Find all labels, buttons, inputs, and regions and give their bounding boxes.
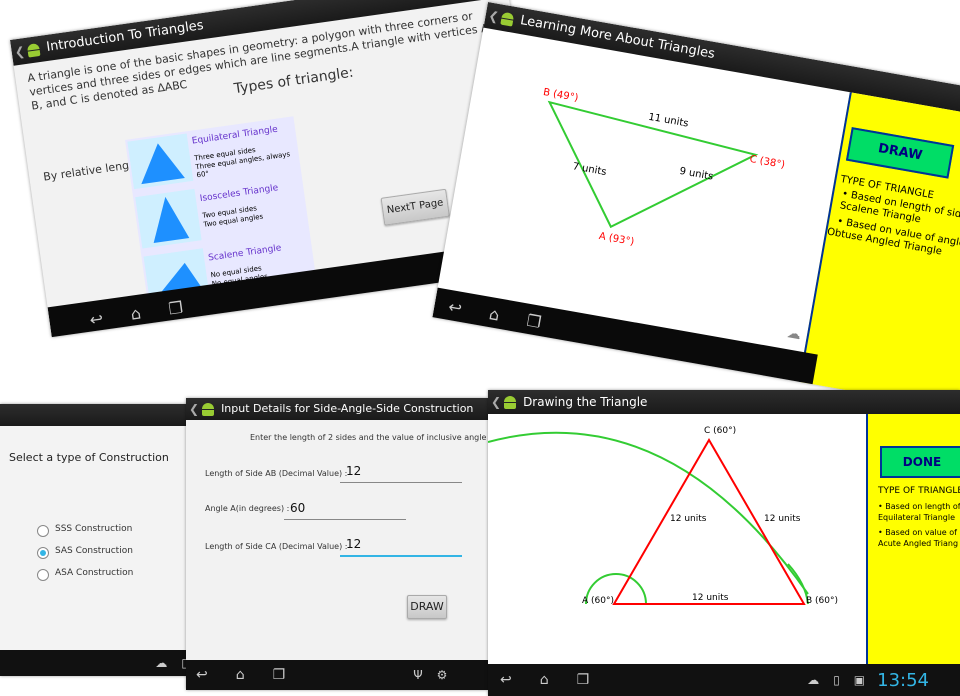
clock: 13:54 <box>877 669 930 691</box>
recents-nav-icon[interactable]: ❐ <box>273 667 286 683</box>
angle-a-label: Angle A(in degrees) : <box>205 504 290 513</box>
back-nav-icon[interactable]: ↩ <box>500 672 512 688</box>
android-icon <box>499 11 515 27</box>
isosceles-icon <box>135 188 202 249</box>
asa-radio[interactable] <box>37 569 49 581</box>
back-arrow-icon[interactable]: ❮ <box>486 3 500 30</box>
sss-radio[interactable] <box>37 525 49 537</box>
sas-input-screen: ❮ Input Details for Side-Angle-Side Cons… <box>186 398 488 690</box>
side-ca-label: Length of Side CA (Decimal Value) : <box>205 542 348 551</box>
system-nav-bar: ↩ ⌂ ❐ ☁ ▯ ▣ 13:54 <box>488 664 960 696</box>
card-name: Scalene Triangle <box>207 243 282 264</box>
action-bar: ❮ Input Details for Side-Angle-Side Cons… <box>186 398 488 420</box>
recents-nav-icon[interactable]: ❐ <box>525 310 542 331</box>
vertex-a-label: A (60°) <box>582 596 614 606</box>
equilateral-triangle-drawing <box>488 431 809 605</box>
side-ab-label: Length of Side AB (Decimal Value) : <box>205 469 348 478</box>
card-name: Isosceles Triangle <box>199 183 279 205</box>
android-icon <box>503 395 517 409</box>
sas-label[interactable]: SAS Construction <box>55 546 133 556</box>
instruction: Enter the length of 2 sides and the valu… <box>250 433 488 442</box>
back-arrow-icon[interactable]: ❮ <box>13 38 27 65</box>
back-nav-icon[interactable]: ↩ <box>196 667 208 683</box>
android-debug-icon: ⚙ <box>436 668 448 682</box>
draw-button[interactable]: DRAW <box>407 595 447 619</box>
action-bar <box>0 404 200 426</box>
draw-button[interactable]: DRAW <box>845 127 955 179</box>
usb-icon: Ψ <box>413 668 423 682</box>
length-type: Equilateral Triangle <box>878 513 955 522</box>
back-arrow-icon[interactable]: ❮ <box>189 398 199 422</box>
android-icon <box>26 42 42 58</box>
action-bar: ❮ Drawing the Triangle <box>488 390 960 414</box>
cloud-icon: ☁ <box>785 325 803 344</box>
triangle-outline <box>547 100 759 229</box>
construction-arc-large <box>488 431 809 595</box>
back-arrow-icon[interactable]: ❮ <box>491 390 501 415</box>
sss-label[interactable]: SSS Construction <box>55 524 132 534</box>
cloud-icon: ☁ <box>155 656 168 670</box>
system-nav-bar: ☁ ▯ <box>0 650 200 676</box>
android-icon <box>201 402 215 416</box>
vertex-c-label: C (60°) <box>704 426 737 436</box>
bullet-angle: • Based on value of <box>878 528 957 537</box>
card-name: Equilateral Triangle <box>191 124 279 147</box>
sas-radio[interactable] <box>37 547 49 559</box>
side-ca-input[interactable]: 12 <box>340 537 462 557</box>
recents-nav-icon[interactable]: ❐ <box>167 297 184 318</box>
system-nav-bar: ↩ ⌂ ❐ Ψ ⚙ <box>186 660 488 690</box>
type-heading: TYPE OF TRIANGLE <box>878 486 960 496</box>
angle-type: Acute Angled Triang <box>878 539 959 548</box>
home-nav-icon[interactable]: ⌂ <box>129 303 142 323</box>
vertex-b-label: B (60°) <box>806 596 839 606</box>
home-nav-icon[interactable]: ⌂ <box>236 667 245 683</box>
side-ac-label: 12 units <box>670 514 707 524</box>
sd-card-icon: ▯ <box>833 673 840 687</box>
screenshot-icon: ▣ <box>853 673 866 687</box>
cloud-icon: ☁ <box>807 673 820 687</box>
construction-prompt: Select a type of Construction <box>9 451 169 464</box>
drawing-screen: ❮ Drawing the Triangle C (60°) A (60°) B… <box>488 390 960 696</box>
recents-nav-icon[interactable]: ❐ <box>577 672 590 688</box>
side-bc-label: 12 units <box>764 514 801 524</box>
home-nav-icon[interactable]: ⌂ <box>540 672 549 688</box>
construction-select-screen: Select a type of Construction SSS Constr… <box>0 404 200 676</box>
screen-title: Input Details for Side-Angle-Side Constr… <box>221 402 474 415</box>
info-panel: DONE TYPE OF TRIANGLE • Based on length … <box>866 414 960 664</box>
bullet-length: • Based on length of <box>878 502 960 511</box>
back-nav-icon[interactable]: ↩ <box>447 296 464 317</box>
angle-a-input[interactable]: 60 <box>284 501 406 520</box>
asa-label[interactable]: ASA Construction <box>55 568 133 578</box>
next-page-button[interactable]: NextT Page <box>380 188 450 226</box>
done-button[interactable]: DONE <box>880 446 960 478</box>
back-nav-icon[interactable]: ↩ <box>88 308 104 329</box>
equilateral-icon <box>127 133 194 190</box>
side-ab-input[interactable]: 12 <box>340 464 462 483</box>
side-ab-label: 12 units <box>692 593 729 603</box>
screen-title: Drawing the Triangle <box>523 395 648 409</box>
learning-screen: ❮ Learning More About Triangles B (49°) … <box>432 2 960 411</box>
home-nav-icon[interactable]: ⌂ <box>488 304 501 324</box>
